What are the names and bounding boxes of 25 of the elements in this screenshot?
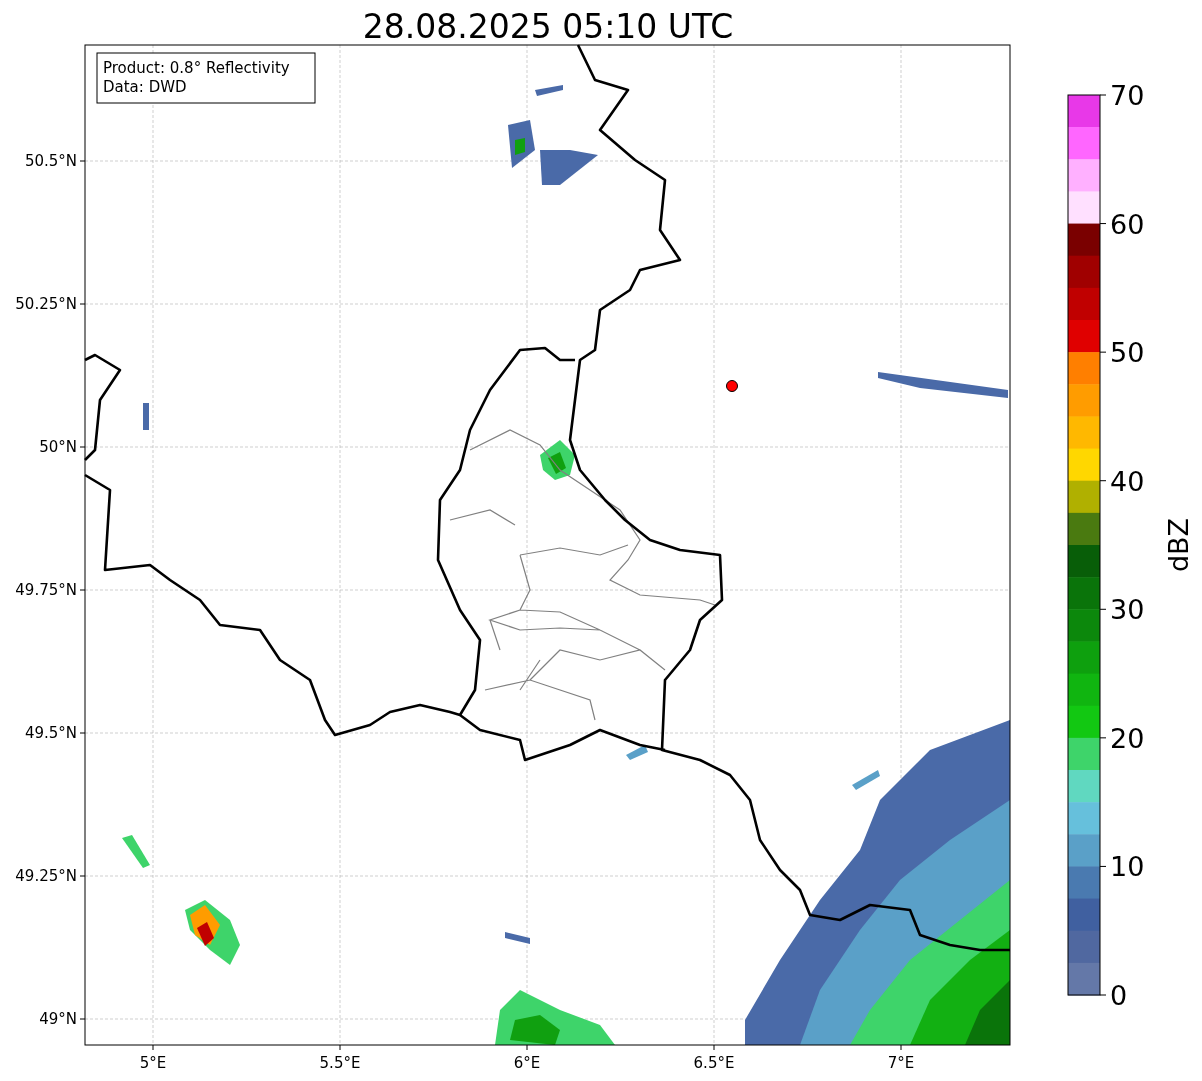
colorbar-label: dBZ (1163, 517, 1194, 573)
longitude-label: 5.5°E (319, 1054, 361, 1072)
colorbar-tick-label: 70 (1110, 80, 1145, 111)
legend-text: Product: 0.8° Reflectivity (103, 59, 290, 77)
latitude-label: 50°N (39, 438, 77, 456)
latitude-label: 50.5°N (24, 152, 77, 170)
legend-text: Data: DWD (103, 78, 187, 96)
latitude-label: 49.25°N (15, 867, 77, 885)
colorbar-tick-label: 50 (1110, 337, 1145, 369)
colorbar-tick-label: 60 (1110, 208, 1145, 240)
longitude-label: 7°E (887, 1054, 915, 1072)
colorbar-tick-label: 30 (1110, 594, 1145, 626)
colorbar-tick-label: 40 (1110, 465, 1145, 497)
latitude-label: 49.5°N (24, 724, 77, 742)
longitude-label: 6.5°E (693, 1054, 735, 1072)
longitude-label: 5°E (139, 1054, 167, 1072)
colorbar-tick-label: 0 (1110, 980, 1128, 1011)
longitude-label: 6°E (513, 1054, 541, 1072)
latitude-label: 49.75°N (15, 581, 77, 599)
colorbar-tick-label: 10 (1110, 851, 1145, 883)
latitude-label: 50.25°N (15, 295, 77, 313)
colorbar-tick-label: 20 (1110, 722, 1145, 754)
chart-title: 28.08.2025 05:10 UTC (362, 7, 734, 46)
latitude-label: 49°N (39, 1010, 77, 1028)
location-marker (726, 380, 738, 392)
